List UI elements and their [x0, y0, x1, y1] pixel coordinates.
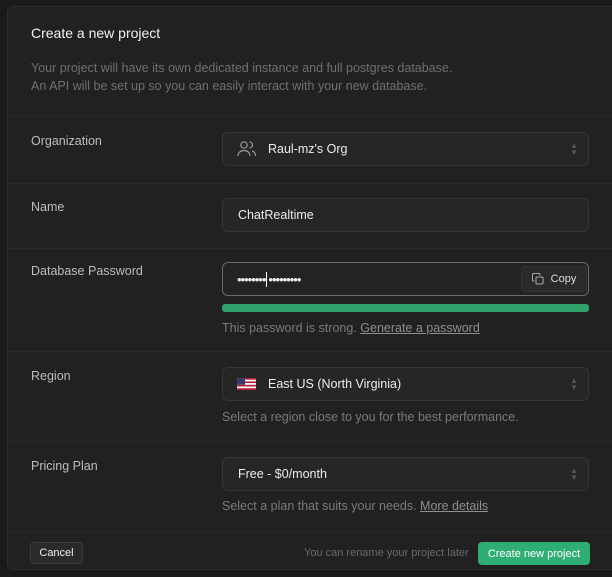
region-select[interactable]: East US (North Virginia) ▲ ▼ — [222, 367, 589, 401]
divider — [8, 351, 612, 352]
chevron-up-down-icon: ▲ ▼ — [570, 141, 578, 157]
organization-value: Raul-mz's Org — [268, 142, 348, 156]
password-value: •••••••• ••••••••• — [237, 271, 301, 287]
name-label: Name — [31, 200, 65, 214]
pricing-label: Pricing Plan — [31, 459, 98, 473]
divider — [8, 183, 612, 184]
chevron-up-down-icon: ▲ ▼ — [570, 466, 578, 482]
dialog-description-1: Your project will have its own dedicated… — [31, 61, 453, 75]
users-icon — [237, 141, 257, 157]
password-strength-fill — [222, 304, 589, 312]
pricing-value: Free - $0/month — [238, 467, 327, 481]
divider — [8, 441, 612, 442]
generate-password-link[interactable]: Generate a password — [360, 321, 480, 335]
more-details-link[interactable]: More details — [420, 499, 488, 513]
rename-note: You can rename your project later — [304, 547, 469, 559]
divider — [8, 248, 612, 249]
organization-label: Organization — [31, 134, 102, 148]
create-project-button[interactable]: Create new project — [478, 542, 590, 565]
copy-button[interactable]: Copy — [521, 266, 587, 292]
pricing-select[interactable]: Free - $0/month ▲ ▼ — [222, 457, 589, 491]
password-hint: This password is strong. Generate a pass… — [222, 321, 480, 335]
project-name-input[interactable]: ChatRealtime — [222, 198, 589, 232]
region-value: East US (North Virginia) — [268, 377, 402, 391]
password-label: Database Password — [31, 264, 143, 278]
dialog-description-2: An API will be set up so you can easily … — [31, 79, 428, 93]
us-flag-icon — [237, 378, 256, 390]
create-project-dialog: Create a new project Your project will h… — [7, 6, 612, 570]
project-name-value: ChatRealtime — [238, 208, 314, 222]
divider — [8, 116, 612, 117]
region-hint: Select a region close to you for the bes… — [222, 410, 519, 424]
divider — [8, 531, 612, 532]
password-input[interactable]: •••••••• ••••••••• Copy — [222, 262, 589, 296]
pricing-hint: Select a plan that suits your needs. Mor… — [222, 499, 489, 513]
copy-icon — [531, 273, 544, 285]
region-label: Region — [31, 369, 71, 383]
chevron-up-down-icon: ▲ ▼ — [570, 376, 578, 392]
dialog-title: Create a new project — [31, 25, 161, 41]
cancel-button[interactable]: Cancel — [30, 542, 83, 564]
organization-select[interactable]: Raul-mz's Org ▲ ▼ — [222, 132, 589, 166]
password-strength-bar — [222, 304, 589, 312]
